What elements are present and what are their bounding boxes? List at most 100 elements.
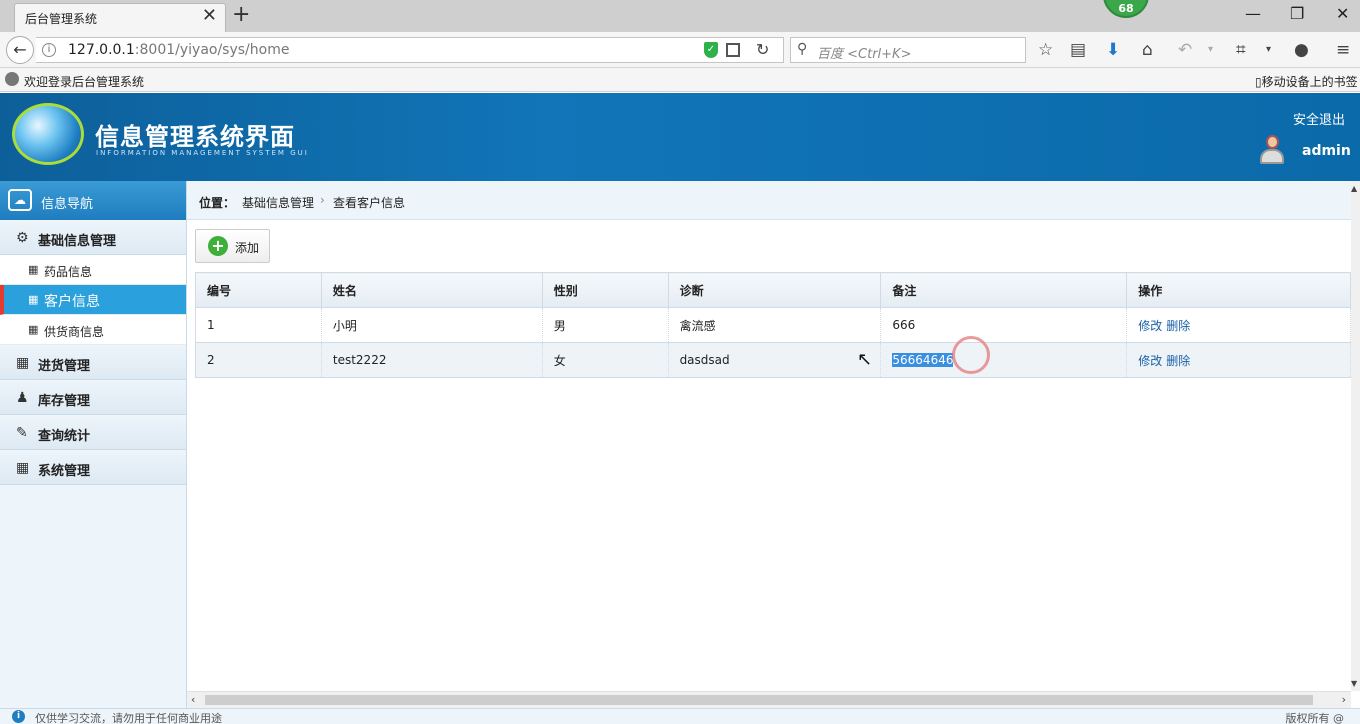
vertical-scrollbar[interactable]: ▲ ▼ [1351,181,1360,691]
sidebar-group-basic-info[interactable]: ⚙ 基础信息管理 [0,220,186,255]
reading-list-icon[interactable]: ▤ [1070,40,1086,60]
customer-table: 编号 姓名 性别 诊断 备注 操作 1 小明 男 禽流感 666 修改删除 2 [195,272,1351,378]
scroll-left-icon[interactable]: ‹ [191,693,195,706]
column-header-diagnosis[interactable]: 诊断 [667,272,882,308]
username: admin [1302,143,1351,159]
back-arrow-icon[interactable]: ← [6,36,34,64]
url-text[interactable]: 127.0.0.1:8001/yiyao/sys/home [68,42,289,58]
table-icon: ▦ [28,263,39,276]
main-content: 位置： 基础信息管理 › 查看客户信息 + 添加 编号 姓名 性别 诊断 备注 … [187,181,1351,691]
qr-code-icon[interactable] [726,43,740,57]
menu-icon[interactable]: ≡ [1336,40,1350,60]
browser-tab[interactable]: 后台管理系统 ✕ [14,3,226,32]
search-input[interactable]: ⚲ 百度 <Ctrl+K> [790,37,1026,63]
app-subtitle: INFORMATION MANAGEMENT SYSTEM GUI [96,149,309,157]
mobile-bookmarks-label: 移动设备上的书签 [1261,75,1358,89]
delete-link[interactable]: 删除 [1166,354,1190,368]
reload-icon[interactable]: ↻ [756,40,769,59]
cell-name: test2222 [321,342,543,378]
sidebar: ☁ 信息导航 ⚙ 基础信息管理 ▦ 药品信息 ▦ 客户信息 ▦ 供货商信息 ▦ … [0,181,187,711]
bookmark-star-icon[interactable]: ☆ [1038,40,1053,60]
cell-remark: 56664646 [880,342,1128,378]
download-icon[interactable]: ⬇ [1106,40,1120,60]
scroll-right-icon[interactable]: › [1342,693,1346,706]
scroll-down-icon[interactable]: ▼ [1351,679,1357,688]
undo-dropdown-icon[interactable]: ▾ [1208,40,1213,60]
site-info-icon[interactable]: i [42,43,56,57]
edit-link[interactable]: 修改 [1138,354,1162,368]
footer-notice: 仅供学习交流，请勿用于任何商业用途 [35,712,222,724]
app-title: 信息管理系统界面 [95,123,295,151]
column-header-id[interactable]: 编号 [195,272,322,308]
sidebar-group-label: 进货管理 [38,359,91,374]
edit-link[interactable]: 修改 [1138,319,1162,333]
sidebar-group-inventory[interactable]: ♟ 库存管理 [0,380,186,415]
click-indicator [952,336,990,374]
edit-icon: ✎ [16,425,28,441]
minimize-icon[interactable]: — [1245,4,1261,23]
cell-actions: 修改 删除 [1126,307,1351,343]
browser-navbar: ← i 127.0.0.1:8001/yiyao/sys/home ✓ ↻ ⚲ … [0,32,1360,68]
chat-icon[interactable]: ● [1294,40,1309,60]
window-close-icon[interactable]: ✕ [1336,4,1349,23]
address-bar[interactable]: i 127.0.0.1:8001/yiyao/sys/home ✓ ↻ [36,37,784,63]
home-icon[interactable]: ⌂ [1142,40,1153,60]
sidebar-item-customers[interactable]: ▦ 客户信息 [0,285,186,315]
breadcrumb: 位置： 基础信息管理 › 查看客户信息 [187,181,1351,220]
sidebar-group-system[interactable]: ▦ 系统管理 [0,450,186,485]
avatar [1258,135,1286,165]
sidebar-heading: ☁ 信息导航 [0,181,186,220]
delete-link[interactable]: 删除 [1166,319,1190,333]
users-icon: ♟ [16,390,29,406]
sidebar-item-suppliers[interactable]: ▦ 供货商信息 [0,315,186,345]
sidebar-item-drugs[interactable]: ▦ 药品信息 [0,255,186,285]
crop-icon[interactable]: ⌗ [1236,40,1246,60]
add-button-label: 添加 [235,241,260,255]
breadcrumb-level1[interactable]: 基础信息管理 [242,194,314,211]
cell-gender: 女 [542,342,669,378]
column-header-name[interactable]: 姓名 [320,272,543,308]
selected-remark-text[interactable]: 56664646 [892,353,954,367]
scrollbar-thumb[interactable] [205,695,1313,705]
table-row[interactable]: 1 小明 男 禽流感 666 修改 删除 [195,307,1351,343]
undo-icon[interactable]: ↶ [1178,40,1192,60]
table-icon: ▦ [28,293,39,306]
scroll-up-icon[interactable]: ▲ [1351,184,1357,193]
horizontal-scrollbar[interactable]: ‹ › [187,691,1351,708]
new-tab-icon[interactable]: + [232,4,250,26]
mouse-cursor-icon: ↖ [857,349,873,370]
logo-globe-icon [12,103,84,165]
logout-link[interactable]: 安全退出 [1293,109,1345,128]
sidebar-group-query[interactable]: ✎ 查询统计 [0,415,186,450]
mobile-bookmarks[interactable]: ▯移动设备上的书签 [1255,73,1358,90]
cell-diagnosis: 禽流感 [668,307,882,343]
sidebar-group-label: 库存管理 [38,394,91,409]
breadcrumb-separator: › [320,193,325,207]
bookmarks-bar: 欢迎登录后台管理系统 ▯移动设备上的书签 [0,68,1360,92]
tab-close-icon[interactable]: ✕ [202,7,217,25]
shield-icon[interactable]: ✓ [704,42,718,58]
crop-dropdown-icon[interactable]: ▾ [1266,40,1271,60]
search-icon: ⚲ [797,41,808,57]
globe-icon [5,72,19,86]
calendar-icon: ▦ [16,460,30,476]
browser-tab-bar: 后台管理系统 ✕ + 68 — ❐ ✕ [0,0,1360,32]
plus-icon: + [208,236,228,256]
table-row[interactable]: 2 test2222 女 dasdsad 56664646 修改 删除 [195,342,1351,378]
search-placeholder: 百度 <Ctrl+K> [817,47,912,62]
sidebar-group-purchasing[interactable]: ▦ 进货管理 [0,345,186,380]
bookmark-item[interactable]: 欢迎登录后台管理系统 [24,73,144,90]
sidebar-group-label: 查询统计 [38,429,91,444]
add-button[interactable]: + 添加 [195,229,270,263]
sidebar-heading-label: 信息导航 [41,197,94,212]
url-path: :8001/yiyao/sys/home [134,42,290,58]
sidebar-item-label: 客户信息 [44,294,100,310]
column-header-gender[interactable]: 性别 [541,272,669,308]
gears-icon: ⚙ [16,230,29,246]
notification-badge[interactable]: 68 [1103,0,1149,18]
sidebar-item-label: 供货商信息 [44,325,105,339]
cell-remark: 666 [880,307,1128,343]
column-header-remark[interactable]: 备注 [880,272,1128,308]
restore-icon[interactable]: ❐ [1290,4,1304,23]
footer: i 仅供学习交流，请勿用于任何商业用途 版权所有 @ [0,708,1360,724]
